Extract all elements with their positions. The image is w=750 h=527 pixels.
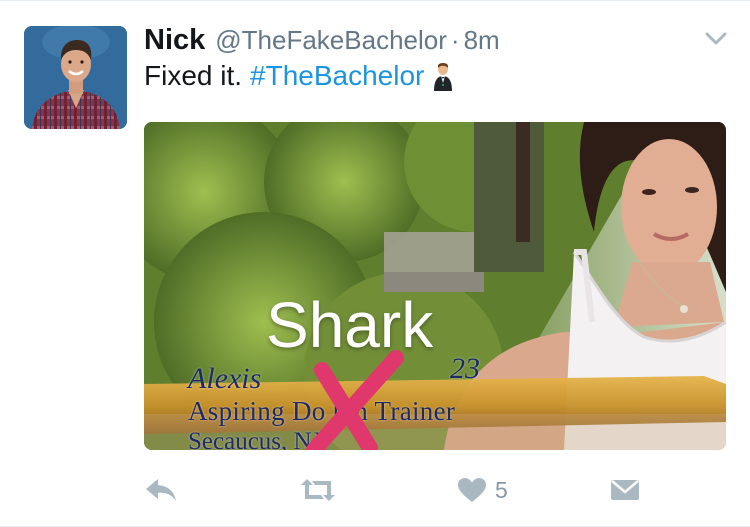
tweet-header: Nick @TheFakeBachelor · 8m (144, 24, 500, 58)
tweet-text: Fixed it. #TheBachelor (144, 60, 454, 92)
chevron-down-icon[interactable] (704, 31, 728, 47)
heart-icon (458, 478, 486, 502)
edit-overlay-text: Shark (266, 289, 434, 361)
retweet-icon (301, 479, 335, 501)
tweet-media-image[interactable]: Alexis 23 Aspiring Do hin Trainer Secauc… (144, 122, 726, 450)
separator-dot: · (450, 25, 460, 55)
man-in-tuxedo-emoji (432, 61, 454, 91)
tweet-timestamp[interactable]: 8m (464, 25, 500, 56)
x-mark (306, 350, 404, 450)
avatar[interactable] (24, 26, 127, 129)
reply-icon (146, 479, 176, 501)
author-handle[interactable]: @TheFakeBachelor (215, 25, 447, 56)
author-name[interactable]: Nick (144, 24, 205, 57)
tweet-body: Fixed it. (144, 60, 243, 91)
top-divider (0, 0, 750, 1)
retweet-button[interactable] (299, 470, 337, 510)
like-count: 5 (495, 476, 508, 503)
tweet-actions: 5 (144, 470, 726, 510)
like-button[interactable]: 5 (457, 470, 508, 510)
hashtag-link[interactable]: #TheBachelor (250, 60, 424, 92)
avatar-photo (24, 26, 127, 129)
direct-message-button[interactable] (610, 470, 640, 510)
envelope-icon (611, 480, 639, 500)
reply-button[interactable] (144, 470, 178, 510)
